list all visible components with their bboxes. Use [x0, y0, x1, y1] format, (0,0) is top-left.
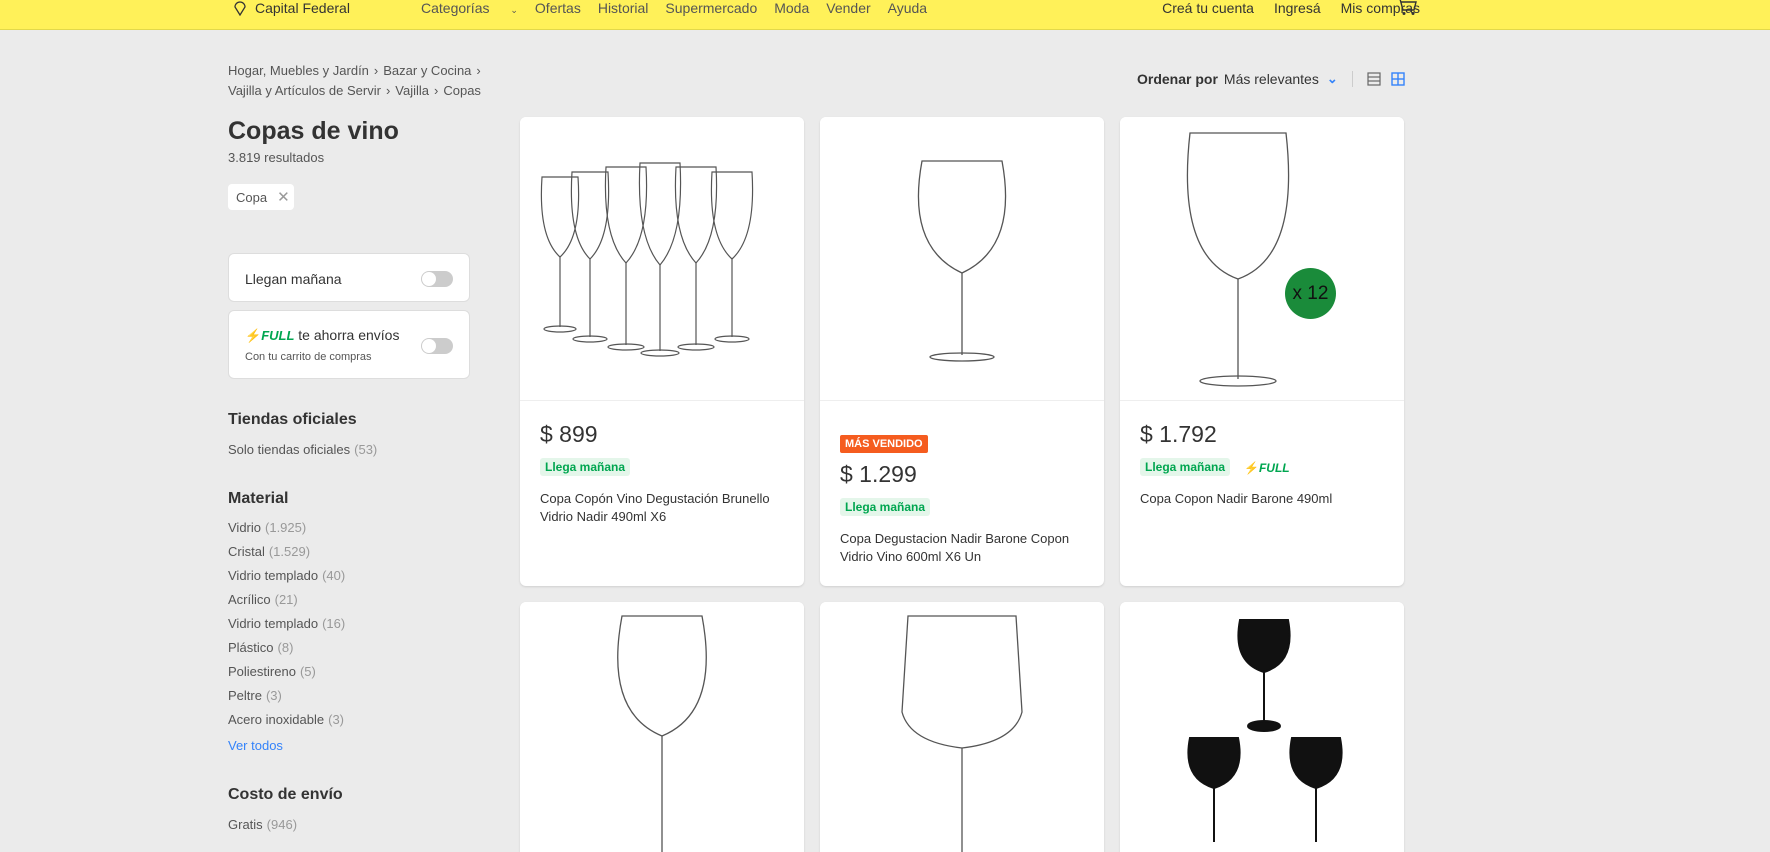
sort-label: Ordenar por: [1137, 71, 1218, 87]
tomorrow-label: Llegan mañana: [245, 271, 342, 287]
product-image[interactable]: [1120, 602, 1404, 852]
product-title[interactable]: Copa Degustacion Nadir Barone Copon Vidr…: [840, 530, 1084, 566]
login-link[interactable]: Ingresá: [1274, 0, 1321, 16]
wine-glass-image: [1186, 132, 1290, 387]
product-image[interactable]: [520, 602, 804, 852]
chevron-right-icon: ›: [434, 83, 439, 98]
chevron-right-icon: ›: [373, 63, 379, 78]
create-account-link[interactable]: Creá tu cuenta: [1162, 0, 1254, 16]
product-card[interactable]: MÁS VENDIDO $ 1.299 Llega mañana Copa De…: [820, 117, 1104, 586]
chip-label: Copa: [236, 189, 268, 205]
tomorrow-toggle[interactable]: [421, 271, 453, 287]
breadcrumb-item[interactable]: Vajilla: [395, 83, 429, 98]
breadcrumb: Hogar, Muebles y Jardín › Bazar y Cocina › …: [228, 61, 528, 101]
nav-ayuda[interactable]: Ayuda: [888, 0, 927, 18]
product-image[interactable]: [820, 117, 1104, 401]
shipping-cost-title: Costo de envío: [228, 786, 343, 803]
nav-historial[interactable]: Historial: [598, 0, 649, 18]
chevron-down-icon: ⌄: [510, 5, 518, 15]
product-price: $ 899: [540, 421, 598, 447]
results-count: 3.819 resultados: [228, 150, 325, 165]
product-card[interactable]: x 12 $ 1.792 Llega mañana ⚡FULL Copa Cop…: [1120, 117, 1404, 586]
nav-ofertas[interactable]: Ofertas: [535, 0, 581, 18]
product-card[interactable]: [820, 602, 1104, 852]
filter-material[interactable]: Vidrio templado (16): [228, 616, 345, 631]
divider: [1351, 71, 1353, 87]
product-image[interactable]: [520, 117, 804, 401]
main-nav: Categorías ⌄ Ofertas Historial Supermerc…: [421, 0, 944, 18]
nav-vender[interactable]: Vender: [826, 0, 870, 18]
full-sub-label: Con tu carrito de compras: [245, 351, 372, 363]
arrival-badge: Llega mañana: [1140, 458, 1231, 476]
breadcrumb-item[interactable]: Bazar y Cocina: [383, 63, 471, 78]
material-title: Material: [228, 490, 289, 507]
best-seller-badge: MÁS VENDIDO: [840, 435, 928, 453]
filter-material[interactable]: Poliestireno (5): [228, 664, 316, 679]
tomorrow-filter-card: Llegan mañana: [228, 253, 470, 302]
filter-material[interactable]: Peltre (3): [228, 688, 282, 703]
top-header: Capital Federal Categorías ⌄ Ofertas His…: [0, 0, 1770, 30]
cart-icon[interactable]: [1396, 0, 1418, 16]
sort-dropdown[interactable]: Más relevantes: [1224, 71, 1319, 87]
filter-material[interactable]: Cristal (1.529): [228, 544, 310, 559]
page-title: Copas de vino: [228, 117, 399, 145]
sort-bar: Ordenar por Más relevantes ⌄: [1137, 71, 1415, 87]
product-title[interactable]: Copa Copón Vino Degustación Brunello Vid…: [540, 490, 784, 526]
breadcrumb-item[interactable]: Copas: [443, 83, 481, 98]
arrival-badge: Llega mañana: [840, 498, 931, 516]
product-card[interactable]: $ 899 Llega mañana Copa Copón Vino Degus…: [520, 117, 804, 586]
filter-material[interactable]: Acrílico (21): [228, 592, 298, 607]
chevron-right-icon: ›: [385, 83, 391, 98]
arrival-badge: Llega mañana: [540, 458, 631, 476]
product-image[interactable]: [820, 602, 1104, 852]
product-price: $ 1.792: [1140, 421, 1217, 447]
bolt-icon: ⚡: [245, 328, 262, 343]
close-icon[interactable]: ✕: [277, 188, 290, 206]
product-card[interactable]: [1120, 602, 1404, 852]
breadcrumb-item[interactable]: Hogar, Muebles y Jardín: [228, 63, 369, 78]
product-image[interactable]: x 12: [1120, 117, 1404, 401]
filter-material[interactable]: Plástico (8): [228, 640, 293, 655]
see-all-materials-link[interactable]: Ver todos: [228, 738, 283, 753]
bolt-icon: ⚡: [1244, 461, 1259, 475]
black-wine-glasses-image: [1187, 619, 1343, 842]
applied-filter-chip[interactable]: Copa ✕: [228, 184, 294, 210]
filter-material[interactable]: Vidrio templado (40): [228, 568, 345, 583]
official-stores-title: Tiendas oficiales: [228, 411, 357, 428]
full-logo: ⚡FULL: [1244, 461, 1290, 475]
full-filter-card: ⚡FULL te ahorra envíos Con tu carrito de…: [228, 310, 470, 379]
chevron-down-icon[interactable]: ⌄: [1327, 71, 1338, 87]
filter-material[interactable]: Acero inoxidable (3): [228, 712, 344, 727]
location-pin-icon: [234, 1, 246, 16]
location-selector[interactable]: Capital Federal: [233, 0, 350, 16]
location-label: Capital Federal: [255, 0, 350, 16]
nav-moda[interactable]: Moda: [774, 0, 809, 18]
full-toggle[interactable]: [421, 338, 453, 354]
full-logo: ⚡FULL: [245, 328, 295, 343]
wine-glass-image: [617, 615, 707, 852]
grid-view-icon[interactable]: [1391, 72, 1405, 86]
account-nav: Creá tu cuenta Ingresá Mis compras: [1142, 0, 1420, 16]
nav-supermercado[interactable]: Supermercado: [665, 0, 757, 18]
product-card[interactable]: [520, 602, 804, 852]
chevron-right-icon: ›: [476, 63, 481, 78]
pack-quantity-badge: x 12: [1285, 268, 1336, 319]
product-title[interactable]: Copa Copon Nadir Barone 490ml: [1140, 490, 1384, 508]
list-view-icon[interactable]: [1367, 72, 1381, 86]
product-price: $ 1.299: [840, 461, 917, 487]
wine-glass-image: [917, 160, 1007, 362]
filter-free-shipping[interactable]: Gratis (946): [228, 817, 297, 832]
wine-glass-image: [901, 615, 1023, 852]
full-label: ⚡FULL te ahorra envíos: [245, 327, 400, 343]
wine-glasses-set-image: [540, 162, 754, 357]
nav-categorias[interactable]: Categorías ⌄: [421, 0, 518, 18]
breadcrumb-item[interactable]: Vajilla y Artículos de Servir: [228, 83, 381, 98]
filter-material[interactable]: Vidrio (1.925): [228, 520, 306, 535]
filter-official-stores[interactable]: Solo tiendas oficiales (53): [228, 442, 377, 457]
